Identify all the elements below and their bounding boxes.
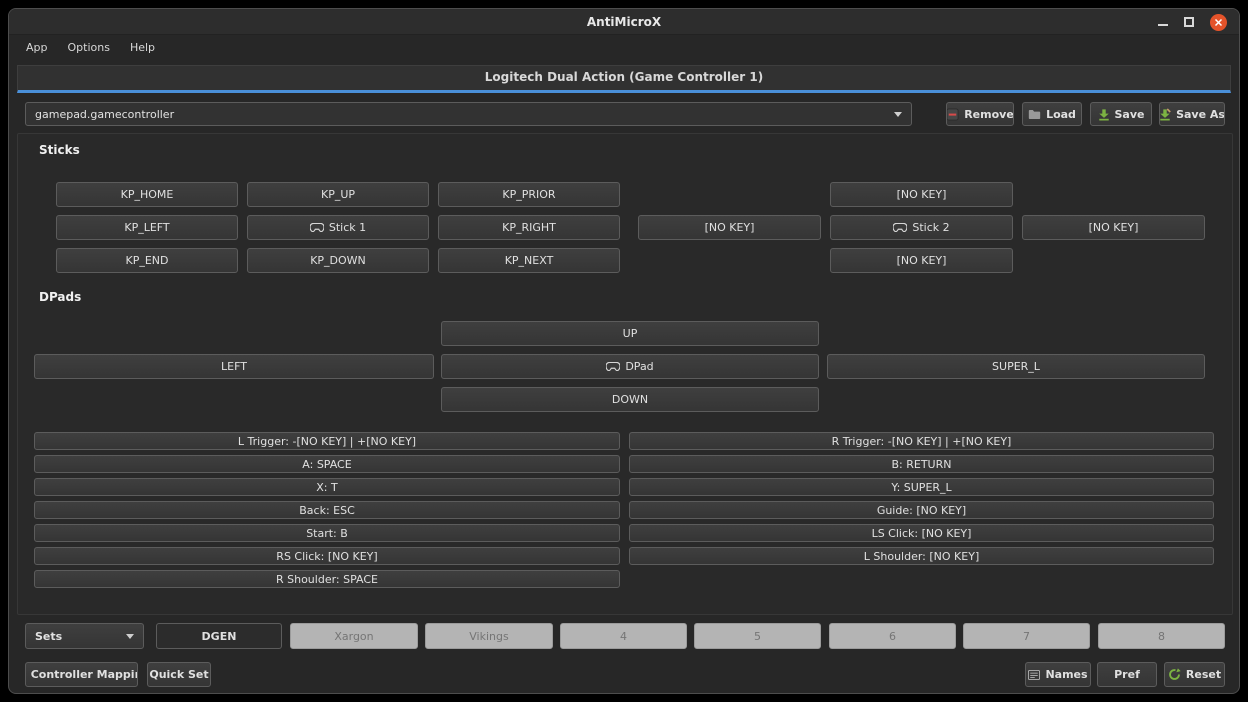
stick1-down-button[interactable]: KP_DOWN	[247, 248, 429, 273]
sticks-section-label: Sticks	[39, 143, 80, 157]
titlebar: AntiMicroX	[9, 9, 1239, 35]
remove-button-label: Remove	[964, 108, 1014, 121]
dpad-up-button[interactable]: UP	[441, 321, 819, 346]
stick2-right-button[interactable]: [NO KEY]	[1022, 215, 1205, 240]
tab-controller[interactable]: Logitech Dual Action (Game Controller 1)	[17, 65, 1231, 93]
stick1-up-left-button[interactable]: KP_HOME	[56, 182, 238, 207]
dpad-button[interactable]: DPad	[441, 354, 819, 379]
menu-options[interactable]: Options	[59, 38, 119, 57]
set-tab-8[interactable]: 8	[1098, 623, 1225, 649]
folder-open-icon	[1028, 109, 1041, 120]
stick2-grid: [NO KEY] [NO KEY] Stick 2 [NO KEY] [NO K…	[638, 182, 1205, 273]
refresh-icon	[1168, 668, 1181, 681]
dpad-button-label: DPad	[625, 360, 653, 373]
stick1-down-right-button[interactable]: KP_NEXT	[438, 248, 620, 273]
names-button-label: Names	[1045, 668, 1087, 681]
stick2-button-label: Stick 2	[912, 221, 949, 234]
button-x[interactable]: X: T	[34, 478, 620, 496]
set-tab-2[interactable]: Xargon	[290, 623, 418, 649]
button-l-shoulder[interactable]: L Shoulder: [NO KEY]	[629, 547, 1214, 565]
profile-select-value: gamepad.gamecontroller	[35, 108, 174, 121]
set-tab-6[interactable]: 6	[829, 623, 956, 649]
button-rows-right: R Trigger: -[NO KEY] | +[NO KEY] B: RETU…	[629, 432, 1214, 565]
load-button[interactable]: Load	[1022, 102, 1082, 126]
menu-help[interactable]: Help	[121, 38, 164, 57]
stick1-button[interactable]: Stick 1	[247, 215, 429, 240]
stick1-button-label: Stick 1	[329, 221, 366, 234]
minimize-icon[interactable]	[1158, 24, 1168, 26]
stick2-button[interactable]: Stick 2	[830, 215, 1013, 240]
menubar: App Options Help	[9, 36, 1239, 58]
quick-set-button[interactable]: Quick Set	[147, 662, 211, 687]
stick2-down-button[interactable]: [NO KEY]	[830, 248, 1013, 273]
reset-button[interactable]: Reset	[1164, 662, 1225, 687]
button-back[interactable]: Back: ESC	[34, 501, 620, 519]
set-tab-4[interactable]: 4	[560, 623, 687, 649]
set-tab-1[interactable]: DGEN	[156, 623, 282, 649]
stick1-right-button[interactable]: KP_RIGHT	[438, 215, 620, 240]
sets-selector[interactable]: Sets	[25, 623, 144, 649]
window-controls	[1158, 9, 1227, 35]
button-r-shoulder[interactable]: R Shoulder: SPACE	[34, 570, 620, 588]
close-icon[interactable]	[1210, 14, 1227, 31]
set-tab-5[interactable]: 5	[694, 623, 821, 649]
button-start[interactable]: Start: B	[34, 524, 620, 542]
stick1-left-button[interactable]: KP_LEFT	[56, 215, 238, 240]
stick1-up-right-button[interactable]: KP_PRIOR	[438, 182, 620, 207]
button-guide[interactable]: Guide: [NO KEY]	[629, 501, 1214, 519]
button-ls-click[interactable]: LS Click: [NO KEY]	[629, 524, 1214, 542]
sets-selector-label: Sets	[35, 630, 62, 643]
set-tab-7[interactable]: 7	[963, 623, 1090, 649]
stick1-grid: KP_HOME KP_UP KP_PRIOR KP_LEFT Stick 1 K…	[56, 182, 620, 273]
save-as-button-label: Save As	[1176, 108, 1225, 121]
dpads-section-label: DPads	[39, 290, 81, 304]
save-icon	[1098, 108, 1110, 121]
load-button-label: Load	[1046, 108, 1076, 121]
save-button-label: Save	[1115, 108, 1145, 121]
window-title: AntiMicroX	[9, 9, 1239, 35]
button-l-trigger[interactable]: L Trigger: -[NO KEY] | +[NO KEY]	[34, 432, 620, 450]
button-r-trigger[interactable]: R Trigger: -[NO KEY] | +[NO KEY]	[629, 432, 1214, 450]
maximize-icon[interactable]	[1184, 17, 1194, 27]
dpad-right-button[interactable]: SUPER_L	[827, 354, 1205, 379]
names-button[interactable]: Names	[1025, 662, 1091, 687]
controller-mapping-button[interactable]: Controller Mapping	[25, 662, 138, 687]
chevron-down-icon	[126, 634, 134, 639]
profile-select[interactable]: gamepad.gamecontroller	[25, 102, 912, 126]
gamepad-icon	[310, 223, 324, 232]
remove-icon	[946, 108, 959, 121]
dpad-down-button[interactable]: DOWN	[441, 387, 819, 412]
stick1-up-button[interactable]: KP_UP	[247, 182, 429, 207]
list-icon	[1028, 670, 1040, 680]
button-b[interactable]: B: RETURN	[629, 455, 1214, 473]
remove-button[interactable]: Remove	[946, 102, 1014, 126]
save-as-button[interactable]: Save As	[1159, 102, 1225, 126]
controller-mapping-label: Controller Mapping	[31, 668, 138, 681]
button-rows-left: L Trigger: -[NO KEY] | +[NO KEY] A: SPAC…	[34, 432, 620, 588]
button-a[interactable]: A: SPACE	[34, 455, 620, 473]
menu-app[interactable]: App	[17, 38, 57, 57]
gamepad-icon	[606, 362, 620, 371]
button-y[interactable]: Y: SUPER_L	[629, 478, 1214, 496]
stick2-up-button[interactable]: [NO KEY]	[830, 182, 1013, 207]
pref-button[interactable]: Pref	[1097, 662, 1157, 687]
stick2-left-button[interactable]: [NO KEY]	[638, 215, 821, 240]
stick1-down-left-button[interactable]: KP_END	[56, 248, 238, 273]
button-rs-click[interactable]: RS Click: [NO KEY]	[34, 547, 620, 565]
reset-button-label: Reset	[1186, 668, 1221, 681]
dpad-left-button[interactable]: LEFT	[34, 354, 434, 379]
save-as-icon	[1159, 108, 1171, 121]
gamepad-icon	[893, 223, 907, 232]
gamepad-icon	[25, 671, 26, 679]
chevron-down-icon	[894, 112, 902, 117]
set-tab-3[interactable]: Vikings	[425, 623, 553, 649]
save-button[interactable]: Save	[1090, 102, 1152, 126]
app-window: AntiMicroX App Options Help Logitech Dua…	[8, 8, 1240, 694]
